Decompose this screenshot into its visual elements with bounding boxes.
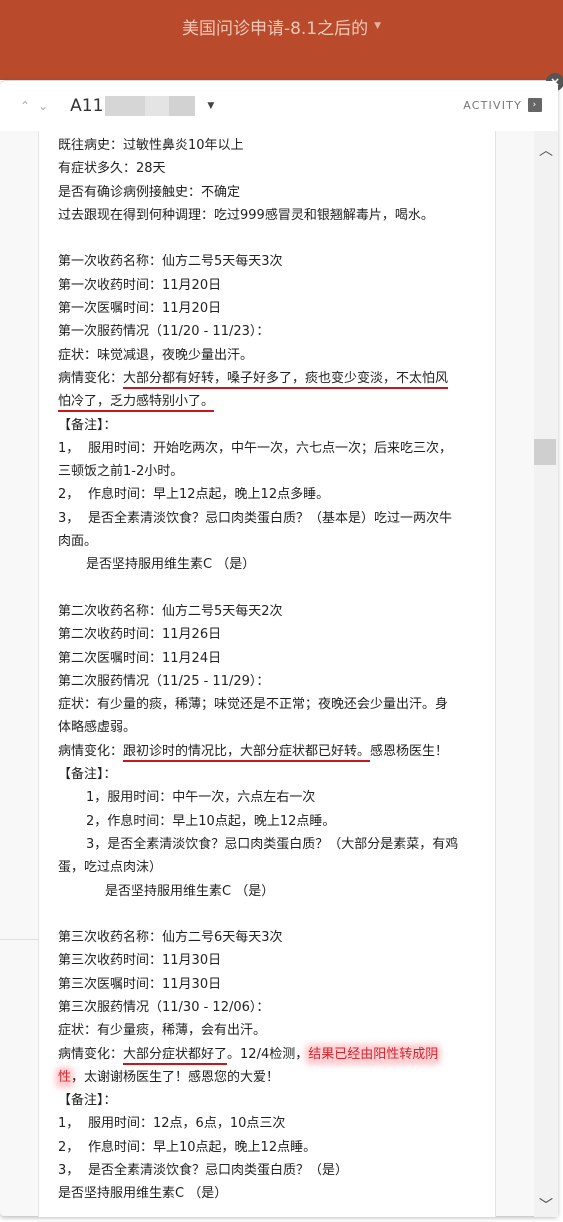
text-line: 第三次服药情况（11/30 - 12/06）：: [58, 999, 270, 1015]
text-line: 第一次服药情况（11/20 - 11/23）：: [58, 324, 270, 340]
text-line: 第一次收药时间：11月20日: [58, 277, 222, 293]
note-item: 三顿饭之前1-2小时。: [58, 464, 184, 480]
notes-title: 【备注】：: [58, 417, 117, 433]
text-line: 症状：有少量痰，稀薄，会有出汗。: [58, 1023, 267, 1039]
activity-toggle[interactable]: ACTIVITY ›: [463, 98, 542, 112]
highlighted-text: 结果已经由阳性转成阴: [308, 1046, 439, 1062]
note-item: 肉面。: [58, 534, 98, 550]
note-item: 2， 作息时间：早上12点起，晚上12点多睡。: [58, 487, 330, 503]
notes-title: 【备注】：: [58, 767, 117, 783]
note-item: 1，服用时间：中午一次，六点左右一次: [86, 790, 316, 806]
caret-down-icon: ▼: [207, 101, 215, 111]
card-id: A11: [70, 96, 104, 116]
text-line: 第二次收药时间：11月26日: [58, 627, 222, 643]
condition-change: 病情变化：大部分都有好转，嗓子好多了，痰也变少变淡，不太怕风: [58, 367, 495, 390]
notes-title: 【备注】：: [58, 1093, 117, 1109]
scroll-up-icon[interactable]: ︿: [534, 138, 558, 162]
text-line: 第二次医嘱时间：11月24日: [58, 650, 222, 666]
redacted-block: [105, 96, 146, 116]
card-description[interactable]: 既往病史：过敏性鼻炎10年以上 有症状多久：28天 是否有确诊病例接触史：不确定…: [38, 131, 496, 1217]
next-card-icon[interactable]: ⌄: [38, 99, 48, 113]
vitamin-c-line: 是否坚持服用维生素C （是）: [58, 1186, 228, 1202]
note-item: 蛋，吃过点肉沫）: [58, 860, 163, 876]
note-item: 2，作息时间：早上10点起，晚上12点睡。: [58, 1139, 317, 1155]
card-title-menu[interactable]: A11 ▼: [70, 96, 214, 116]
scrollbar-thumb[interactable]: [534, 439, 556, 465]
note-item: 1， 服用时间：开始吃两次，中午一次，六七点一次；后来吃三次，: [58, 440, 453, 456]
text-line: 有症状多久：28天: [58, 161, 166, 177]
description-text: 既往病史：过敏性鼻炎10年以上 有症状多久：28天 是否有确诊病例接触史：不确定…: [39, 131, 495, 1206]
board-header: 美国问诊申请-8.1之后的 ▼: [0, 0, 563, 80]
divider: [0, 939, 38, 940]
text-line: 第二次服药情况（11/25 - 11/29）：: [58, 673, 270, 689]
text-line: 是否有确诊病例接触史：不确定: [58, 184, 241, 200]
condition-label: 病情变化：: [58, 370, 124, 386]
scroll-down-icon[interactable]: ﹀: [534, 1193, 558, 1217]
highlighted-text: 性: [58, 1069, 72, 1085]
condition-change-cont: 怕冷了，乏力感特别小了。: [54, 390, 495, 413]
caret-down-icon: ▼: [374, 21, 382, 31]
note-item: 2，作息时间：早上10点起，晚上12点睡。: [86, 813, 336, 829]
scrollbar[interactable]: [534, 131, 558, 1217]
expand-panel-icon: ›: [528, 98, 542, 112]
condition-change: 病情变化：大部分症状都好了。12/4检测，结果已经由阳性转成阴: [58, 1043, 495, 1066]
condition-change: 病情变化：跟初诊时的情况比，大部分症状都已好转。感恩杨医生！: [58, 740, 495, 763]
note-item: 3， 是否全素清淡饮食？忌口肉类蛋白质？（基本是）吃过一两次牛: [58, 510, 453, 526]
activity-label: ACTIVITY: [463, 98, 522, 112]
underlined-text: 怕冷了，乏力感特别小了。: [58, 394, 215, 413]
text-line: 过去跟现在得到何种调理：吃过999感冒灵和银翘解毒片，喝水。: [58, 207, 434, 223]
card-navigation: ⌃ ⌄: [20, 99, 48, 113]
vitamin-c-line: 是否坚持服用维生素C （是）: [105, 883, 275, 899]
note-item: 3，是否全素清淡饮食？忌口肉类蛋白质？（大部分是素菜，有鸡: [86, 836, 459, 852]
underlined-text: 跟初诊时的情况比，大部分症状都已好转。: [123, 743, 371, 762]
condition-change-cont: 性，太谢谢杨医生了！感恩您的大爱！: [58, 1069, 280, 1085]
card-detail-window: × ⌃ ⌄ A11 ▼ ACTIVITY › 既往病史：过敏性鼻炎10年以上 有…: [0, 73, 563, 1217]
text-line: 第三次医嘱时间：11月30日: [58, 976, 222, 992]
text-line: 第一次收药名称：仙方二号5天每天3次: [58, 254, 283, 270]
redacted-block: [145, 96, 170, 116]
board-title-menu[interactable]: 美国问诊申请-8.1之后的 ▼: [182, 14, 381, 39]
text-line: 既往病史：过敏性鼻炎10年以上: [58, 138, 244, 153]
note-item: 1， 服用时间：12点，6点，10点三次: [58, 1116, 286, 1132]
text-line: 第二次收药名称：仙方二号5天每天2次: [58, 603, 283, 619]
note-item: 3， 是否全素清淡饮食？忌口肉类蛋白质？（是）: [58, 1163, 349, 1179]
text-line: 第三次收药名称：仙方二号6天每天3次: [58, 930, 283, 946]
text-line: 第一次医嘱时间：11月20日: [58, 301, 222, 317]
text-line: 症状：味觉减退，夜晚少量出汗。: [58, 347, 254, 363]
previous-card-icon[interactable]: ⌃: [20, 99, 30, 113]
text-line: 症状：有少量的痰，稀薄；味觉还是不正常；夜晚还会少量出汗。身: [58, 697, 449, 713]
underlined-text: 大部分症状都好了: [123, 1046, 228, 1065]
text-line: 第三次收药时间：11月30日: [58, 953, 222, 969]
board-title: 美国问诊申请-8.1之后的: [181, 18, 369, 39]
redacted-block: [169, 96, 196, 116]
underlined-text: 大部分都有好转，嗓子好多了，痰也变少变淡，不太怕风: [123, 370, 449, 389]
vitamin-c-line: 是否坚持服用维生素C （是）: [86, 557, 256, 573]
card-header: ⌃ ⌄ A11 ▼ ACTIVITY ›: [0, 81, 558, 131]
text-line: 体略感虚弱。: [58, 720, 137, 736]
